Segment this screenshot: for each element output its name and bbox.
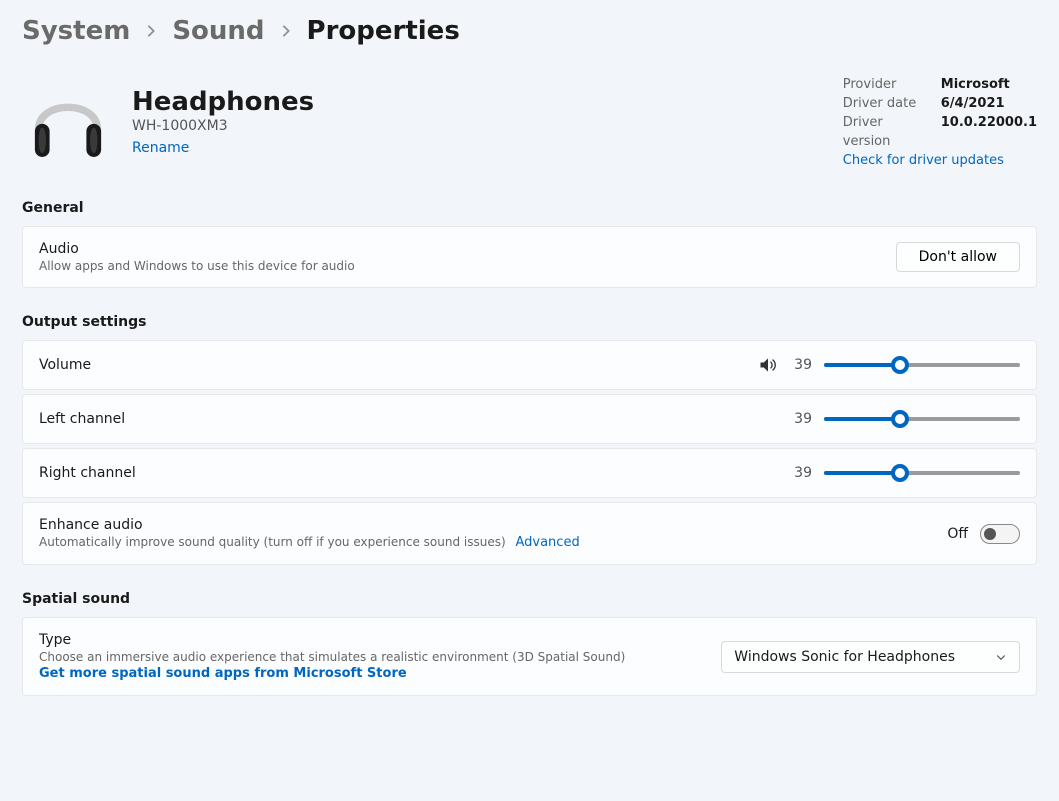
section-spatial-title: Spatial sound xyxy=(22,591,1037,607)
breadcrumb: System Sound Properties xyxy=(22,18,1037,44)
output-settings-stack: Volume 39 Left channel 39 Right xyxy=(22,340,1037,565)
enhance-toggle-label: Off xyxy=(947,526,968,542)
spatial-type-selected: Windows Sonic for Headphones xyxy=(734,649,955,665)
right-channel-value: 39 xyxy=(790,465,812,481)
spatial-store-link[interactable]: Get more spatial sound apps from Microso… xyxy=(39,666,625,681)
volume-card: Volume 39 xyxy=(22,340,1037,390)
driver-provider-value: Microsoft xyxy=(941,76,1010,95)
driver-date-value: 6/4/2021 xyxy=(941,95,1005,114)
spatial-type-title: Type xyxy=(39,632,625,648)
chevron-down-icon xyxy=(995,651,1007,663)
device-model: WH-1000XM3 xyxy=(132,118,314,134)
section-general-title: General xyxy=(22,200,1037,216)
headphones-icon xyxy=(22,76,114,168)
spatial-type-combo[interactable]: Windows Sonic for Headphones xyxy=(721,641,1020,673)
left-channel-value: 39 xyxy=(790,411,812,427)
left-channel-card: Left channel 39 xyxy=(22,394,1037,444)
rename-link[interactable]: Rename xyxy=(132,140,189,156)
enhance-advanced-link[interactable]: Advanced xyxy=(515,535,579,550)
enhance-audio-subtitle: Automatically improve sound quality (tur… xyxy=(39,535,506,549)
section-output-title: Output settings xyxy=(22,314,1037,330)
driver-provider-label: Provider xyxy=(843,76,929,95)
volume-label: Volume xyxy=(39,357,91,373)
left-channel-slider[interactable] xyxy=(824,409,1020,429)
spatial-type-subtitle: Choose an immersive audio experience tha… xyxy=(39,650,625,664)
right-channel-card: Right channel 39 xyxy=(22,448,1037,498)
breadcrumb-sound[interactable]: Sound xyxy=(172,18,264,44)
general-audio-card: Audio Allow apps and Windows to use this… xyxy=(22,226,1037,288)
chevron-right-icon xyxy=(279,24,293,38)
device-name: Headphones xyxy=(132,88,314,117)
enhance-toggle[interactable] xyxy=(980,524,1020,544)
right-channel-label: Right channel xyxy=(39,465,136,481)
enhance-audio-title: Enhance audio xyxy=(39,517,580,533)
volume-value: 39 xyxy=(790,357,812,373)
right-channel-slider[interactable] xyxy=(824,463,1020,483)
volume-slider[interactable] xyxy=(824,355,1020,375)
device-header: Headphones WH-1000XM3 Rename Provider Mi… xyxy=(22,76,1037,168)
dont-allow-button[interactable]: Don't allow xyxy=(896,242,1020,272)
enhance-audio-card: Enhance audio Automatically improve soun… xyxy=(22,502,1037,565)
spatial-type-card: Type Choose an immersive audio experienc… xyxy=(22,617,1037,696)
left-channel-label: Left channel xyxy=(39,411,125,427)
driver-version-value: 10.0.22000.1 xyxy=(941,114,1037,152)
general-audio-subtitle: Allow apps and Windows to use this devic… xyxy=(39,259,355,273)
breadcrumb-current: Properties xyxy=(307,18,460,44)
chevron-right-icon xyxy=(144,24,158,38)
breadcrumb-system[interactable]: System xyxy=(22,18,130,44)
general-audio-title: Audio xyxy=(39,241,355,257)
device-block: Headphones WH-1000XM3 Rename xyxy=(22,76,314,168)
driver-update-link[interactable]: Check for driver updates xyxy=(843,153,1004,168)
driver-info: Provider Microsoft Driver date 6/4/2021 … xyxy=(843,76,1037,168)
driver-date-label: Driver date xyxy=(843,95,929,114)
speaker-icon[interactable] xyxy=(758,355,778,375)
driver-version-label: Driver version xyxy=(843,114,929,152)
